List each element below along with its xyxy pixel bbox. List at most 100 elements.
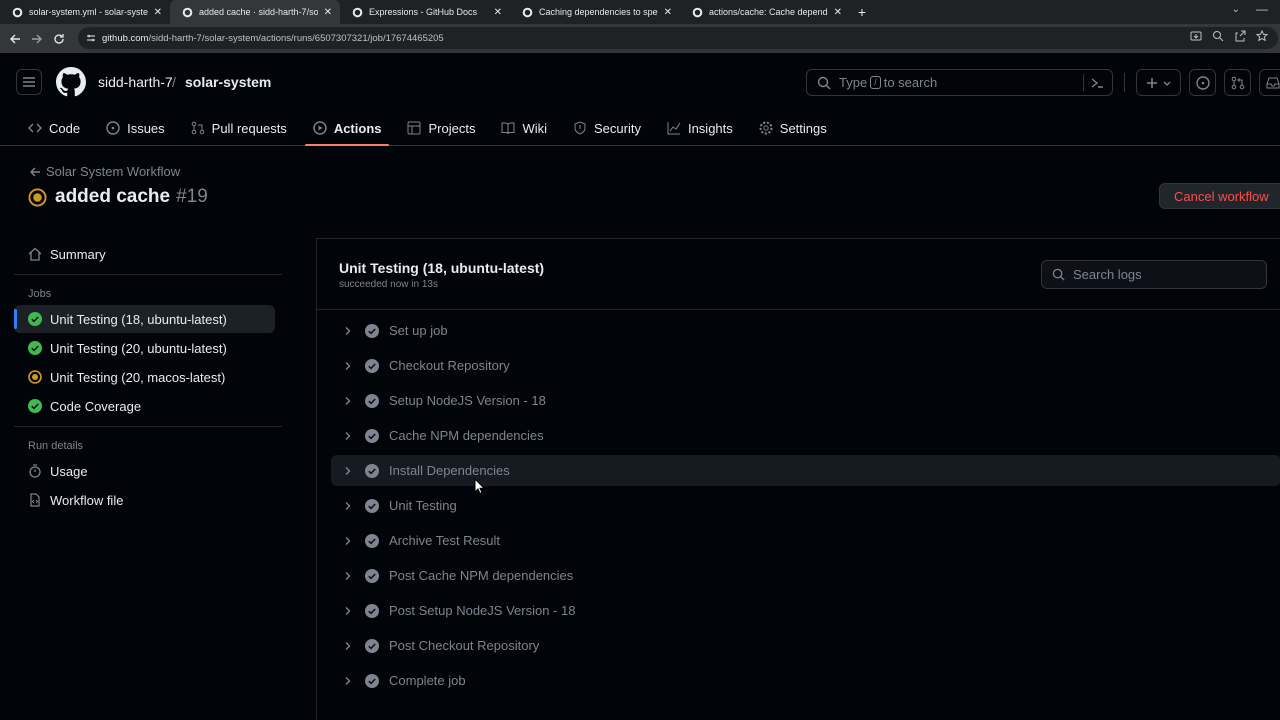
tab-projects[interactable]: Projects (399, 113, 483, 143)
share-icon[interactable] (1234, 30, 1246, 42)
menu-hamburger-icon[interactable] (16, 69, 42, 95)
tab-close-icon[interactable]: ✕ (664, 7, 672, 18)
sidebar-job-item[interactable]: Unit Testing (20, macos-latest) (14, 363, 282, 391)
sidebar-job-item[interactable]: Unit Testing (20, ubuntu-latest) (14, 334, 282, 362)
search-logs-input[interactable]: Search logs (1041, 260, 1267, 289)
back-arrow-icon[interactable] (4, 33, 26, 45)
browser-tab-active[interactable]: added cache · sidd-harth-7/solar-system … (170, 0, 340, 24)
chevron-right-icon (345, 501, 351, 510)
issues-button[interactable] (1189, 69, 1216, 96)
sidebar-item-label: Usage (50, 463, 88, 479)
tab-code-label: Code (49, 120, 81, 136)
tab-close-icon[interactable]: ✕ (154, 7, 162, 18)
tab-security[interactable]: Security (565, 113, 649, 143)
job-step[interactable]: Post Setup NodeJS Version - 18 (331, 595, 1280, 626)
check-circle-fill-icon (365, 358, 379, 373)
tab-settings[interactable]: Settings (751, 113, 835, 143)
tab-pull-requests-label: Pull requests (211, 120, 287, 136)
site-info-icon[interactable] (86, 33, 96, 43)
create-new-button[interactable] (1136, 69, 1181, 96)
job-step[interactable]: Unit Testing (331, 490, 1280, 521)
sidebar-job-item[interactable]: Code Coverage (14, 392, 282, 420)
tab-pull-requests[interactable]: Pull requests (183, 113, 295, 143)
forward-arrow-icon[interactable] (26, 33, 48, 45)
tab-issues[interactable]: Issues (98, 113, 173, 143)
repo-separator: / (172, 74, 176, 90)
chevron-right-icon (345, 466, 351, 475)
search-placeholder-prefix: Type (839, 75, 868, 90)
sidebar-item-summary[interactable]: Summary (14, 240, 282, 268)
check-circle-fill-icon (365, 568, 379, 583)
search-icon (1052, 268, 1065, 281)
job-step[interactable]: Setup NodeJS Version - 18 (331, 385, 1280, 416)
chevron-right-icon (345, 396, 351, 405)
check-circle-fill-icon (365, 463, 379, 478)
browser-tab[interactable]: actions/cache: Cache dependencies ✕ (680, 0, 850, 24)
job-step[interactable]: Post Cache NPM dependencies (331, 560, 1280, 591)
job-status-text: succeeded now in 13s (339, 279, 438, 290)
new-tab-icon[interactable]: + (850, 4, 874, 20)
sidebar-divider (14, 274, 282, 275)
step-label: Unit Testing (389, 498, 457, 513)
tab-projects-label: Projects (428, 120, 476, 136)
url-field[interactable]: github.com/sidd-harth-7/solar-system/act… (78, 27, 1278, 49)
sidebar-item-label: Code Coverage (50, 398, 142, 414)
check-circle-fill-icon (365, 393, 379, 408)
job-log-panel: Unit Testing (18, ubuntu-latest) succeed… (316, 238, 1280, 720)
tab-close-icon[interactable]: ✕ (324, 7, 332, 18)
job-step[interactable]: Post Checkout Repository (331, 630, 1280, 661)
browser-tab[interactable]: Expressions - GitHub Docs ✕ (340, 0, 510, 24)
job-step[interactable]: Set up job (331, 315, 1280, 346)
tab-wiki-label: Wiki (522, 120, 547, 136)
tab-code[interactable]: Code (20, 113, 88, 143)
github-favicon-icon (182, 7, 193, 17)
check-circle-fill-icon (365, 428, 379, 443)
github-logo-icon[interactable] (56, 67, 86, 97)
play-icon (313, 121, 327, 135)
sidebar-item-usage[interactable]: Usage (14, 457, 282, 485)
cancel-workflow-button[interactable]: Cancel workflow (1159, 183, 1280, 209)
tab-insights-label: Insights (687, 120, 733, 136)
sidebar-heading-run-details: Run details (28, 440, 84, 452)
tab-search-chevron-icon[interactable]: ⌄ (1232, 4, 1240, 15)
reload-icon[interactable] (48, 33, 70, 45)
inbox-button[interactable] (1259, 69, 1280, 96)
back-to-workflow-link[interactable]: Solar System Workflow (29, 164, 180, 179)
bookmark-star-icon[interactable] (1256, 30, 1268, 42)
run-number: #19 (176, 186, 208, 207)
search-placeholder-suffix: to search (883, 75, 938, 90)
header-divider (1124, 73, 1125, 92)
browser-tab[interactable]: solar-system.yml - solar-system ✕ (0, 0, 170, 24)
tab-title: actions/cache: Cache dependencies (709, 7, 828, 17)
sidebar-job-item[interactable]: Unit Testing (18, ubuntu-latest) (14, 305, 275, 333)
github-favicon-icon (522, 7, 533, 17)
repo-owner-link[interactable]: sidd-harth-7 (98, 74, 173, 90)
tab-wiki[interactable]: Wiki (493, 113, 555, 143)
repo-name-link[interactable]: solar-system (185, 74, 271, 90)
job-step[interactable]: Archive Test Result (331, 525, 1280, 556)
job-step[interactable]: Checkout Repository (331, 350, 1280, 381)
job-title: Unit Testing (18, ubuntu-latest) (339, 260, 545, 276)
sidebar-item-workflow-file[interactable]: Workflow file (14, 486, 282, 514)
shield-icon (574, 121, 586, 135)
check-circle-fill-icon (365, 533, 379, 548)
tab-close-icon[interactable]: ✕ (834, 7, 842, 18)
window-minimize-icon[interactable]: — (1256, 2, 1268, 16)
command-palette-icon[interactable] (1090, 76, 1104, 90)
global-search-input[interactable]: Type / to search (806, 69, 1113, 96)
check-circle-fill-icon (365, 603, 379, 618)
check-circle-fill-icon (365, 673, 379, 688)
tab-close-icon[interactable]: ✕ (494, 7, 502, 18)
back-link-label: Solar System Workflow (46, 164, 181, 179)
tab-insights[interactable]: Insights (659, 113, 741, 143)
job-steps-list: Set up job Checkout Repository Setup Nod… (331, 315, 1280, 700)
job-step[interactable]: Cache NPM dependencies (331, 420, 1280, 451)
chevron-right-icon (345, 361, 351, 370)
pull-requests-button[interactable] (1224, 69, 1251, 96)
browser-tab[interactable]: Caching dependencies to speed up workflo… (510, 0, 680, 24)
chevron-right-icon (345, 606, 351, 615)
job-step[interactable]: Complete job (331, 665, 1280, 696)
install-app-icon[interactable] (1190, 30, 1202, 42)
tab-actions[interactable]: Actions (304, 113, 390, 146)
zoom-icon[interactable] (1212, 30, 1224, 42)
